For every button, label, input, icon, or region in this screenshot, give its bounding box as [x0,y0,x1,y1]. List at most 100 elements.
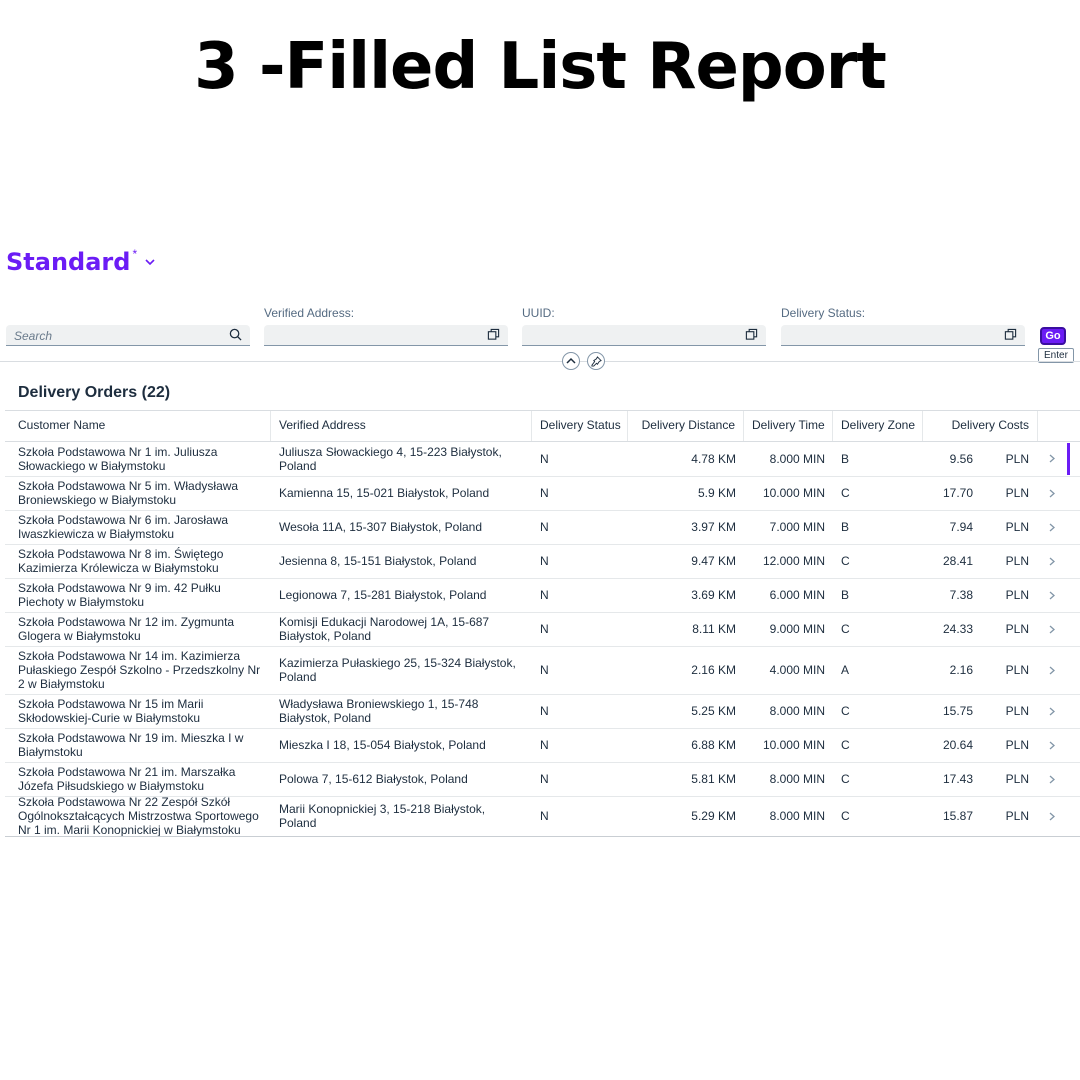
chevron-right-icon[interactable] [1041,762,1071,796]
delivery-status-cell: N [540,704,549,718]
chevron-right-icon[interactable] [1041,476,1071,510]
table-row[interactable]: Szkoła Podstawowa Nr 9 im. 42 Pułku Piec… [5,578,1080,613]
currency-cell: PLN [1005,704,1029,718]
chevron-right-icon[interactable] [1041,612,1071,646]
delivery-distance-cell: 4.78 KM [691,451,736,466]
delivery-distance-cell: 5.9 KM [697,486,736,500]
customer-name-cell: Szkoła Podstawowa Nr 9 im. 42 Pułku Piec… [18,581,221,609]
column-header-delivery-costs[interactable]: Delivery Costs [923,411,1038,441]
delivery-time-cell: 4.000 MIN [769,663,825,677]
delivery-zone-cell: A [841,663,850,677]
column-header-verified-address[interactable]: Verified Address [271,411,532,441]
currency-cell: PLN [1005,486,1029,500]
column-header-customer-name[interactable]: Customer Name [10,411,271,441]
table-row[interactable]: Szkoła Podstawowa Nr 14 im. Kazimierza P… [5,646,1080,695]
uuid-label: UUID: [522,306,555,320]
pin-header-button[interactable] [587,352,605,370]
table-row[interactable]: Szkoła Podstawowa Nr 15 im Marii Skłodow… [5,694,1080,729]
delivery-distance-cell: 2.16 KM [691,663,736,677]
column-header-delivery-status[interactable]: Delivery Status [532,411,628,441]
verified-address-cell: Marii Konopnickiej 3, 15-218 Białystok, … [279,802,486,830]
delivery-zone-cell: C [841,809,850,823]
delivery-status-cell: N [540,663,549,677]
delivery-cost-cell: 15.87 [942,809,973,823]
delivery-status-cell: N [540,622,549,636]
variant-modified-indicator: * [132,247,138,261]
delivery-zone-cell: C [841,738,850,752]
delivery-cost-cell: 9.56 [949,451,973,466]
variant-selector[interactable]: Standard * [6,247,155,276]
table-row[interactable]: Szkoła Podstawowa Nr 5 im. Władysława Br… [5,476,1080,511]
delivery-time-cell: 10.000 MIN [762,738,825,752]
column-header-delivery-time[interactable]: Delivery Time [744,411,833,441]
chevron-right-icon[interactable] [1041,694,1071,728]
delivery-distance-cell: 5.81 KM [691,772,736,786]
delivery-time-cell: 6.000 MIN [769,588,825,602]
delivery-orders-table: Delivery Orders (22) Customer Name Verif… [5,375,1080,837]
chevron-right-icon[interactable] [1041,796,1071,836]
chevron-down-icon[interactable] [145,255,155,269]
table-row[interactable]: Szkoła Podstawowa Nr 1 im. Juliusza Słow… [5,441,1080,477]
search-placeholder: Search [14,329,53,343]
table-row[interactable]: Szkoła Podstawowa Nr 12 im. Zygmunta Glo… [5,612,1080,647]
chevron-right-icon[interactable] [1041,544,1071,578]
delivery-distance-cell: 5.29 KM [691,809,736,823]
table-row[interactable]: Szkoła Podstawowa Nr 22 Zespół Szkół Ogó… [5,796,1080,836]
verified-address-field[interactable] [264,325,508,346]
delivery-time-cell: 12.000 MIN [762,554,825,568]
verified-address-cell: Wesoła 11A, 15-307 Białystok, Poland [279,520,483,534]
delivery-cost-cell: 24.33 [942,622,973,636]
row-highlight-indicator [1067,443,1070,475]
delivery-distance-cell: 6.88 KM [691,738,736,752]
verified-address-cell: Mieszka I 18, 15-054 Białystok, Poland [279,738,486,752]
table-row[interactable]: Szkoła Podstawowa Nr 21 im. Marszałka Jó… [5,762,1080,797]
delivery-cost-cell: 2.16 [949,663,973,677]
column-header-delivery-zone[interactable]: Delivery Zone [833,411,923,441]
delivery-distance-cell: 8.11 KM [692,622,736,636]
search-icon[interactable] [229,328,242,341]
table-row[interactable]: Szkoła Podstawowa Nr 6 im. Jarosława Iwa… [5,510,1080,545]
value-help-icon[interactable] [1004,328,1017,341]
verified-address-cell: Legionowa 7, 15-281 Białystok, Poland [279,588,487,602]
delivery-distance-cell: 3.69 KM [691,588,736,602]
value-help-icon[interactable] [745,328,758,341]
table-row[interactable]: Szkoła Podstawowa Nr 8 im. Świętego Kazi… [5,544,1080,579]
customer-name-cell: Szkoła Podstawowa Nr 14 im. Kazimierza P… [18,649,261,691]
delivery-status-field[interactable] [781,325,1025,346]
delivery-zone-cell: C [841,486,850,500]
table-header: Customer Name Verified Address Delivery … [5,410,1080,442]
uuid-field[interactable] [522,325,766,346]
chevron-right-icon[interactable] [1041,728,1071,762]
delivery-zone-cell: C [841,622,850,636]
delivery-cost-cell: 17.70 [942,486,973,500]
value-help-icon[interactable] [487,328,500,341]
customer-name-cell: Szkoła Podstawowa Nr 8 im. Świętego Kazi… [18,547,224,575]
go-button[interactable]: Go [1040,327,1066,345]
delivery-zone-cell: B [841,520,850,534]
delivery-status-cell: N [540,451,549,466]
page-headline: 3 -Filled List Report [194,30,887,104]
delivery-time-cell: 7.000 MIN [769,520,825,534]
delivery-cost-cell: 17.43 [942,772,973,786]
collapse-header-button[interactable] [562,352,580,370]
verified-address-cell: Kamienna 15, 15-021 Białystok, Poland [279,486,490,500]
delivery-cost-cell: 7.38 [949,588,973,602]
chevron-right-icon[interactable] [1041,646,1071,694]
search-input[interactable]: Search [6,325,250,346]
customer-name-cell: Szkoła Podstawowa Nr 1 im. Juliusza Słow… [18,444,218,473]
customer-name-cell: Szkoła Podstawowa Nr 6 im. Jarosława Iwa… [18,513,229,541]
column-header-delivery-distance[interactable]: Delivery Distance [628,411,744,441]
currency-cell: PLN [1005,772,1029,786]
verified-address-cell: Kazimierza Pułaskiego 25, 15-324 Białyst… [279,656,516,684]
verified-address-cell: Władysława Broniewskiego 1, 15-748 Biały… [279,697,479,725]
verified-address-cell: Polowa 7, 15-612 Białystok, Poland [279,772,468,786]
variant-title: Standard [6,248,131,276]
delivery-distance-cell: 5.25 KM [691,704,736,718]
table-row[interactable]: Szkoła Podstawowa Nr 19 im. Mieszka I w … [5,728,1080,763]
chevron-right-icon[interactable] [1041,578,1071,612]
delivery-time-cell: 9.000 MIN [769,622,825,636]
delivery-time-cell: 8.000 MIN [769,809,825,823]
verified-address-cell: Jesienna 8, 15-151 Białystok, Poland [279,554,477,568]
delivery-status-cell: N [540,772,549,786]
chevron-right-icon[interactable] [1041,510,1071,544]
